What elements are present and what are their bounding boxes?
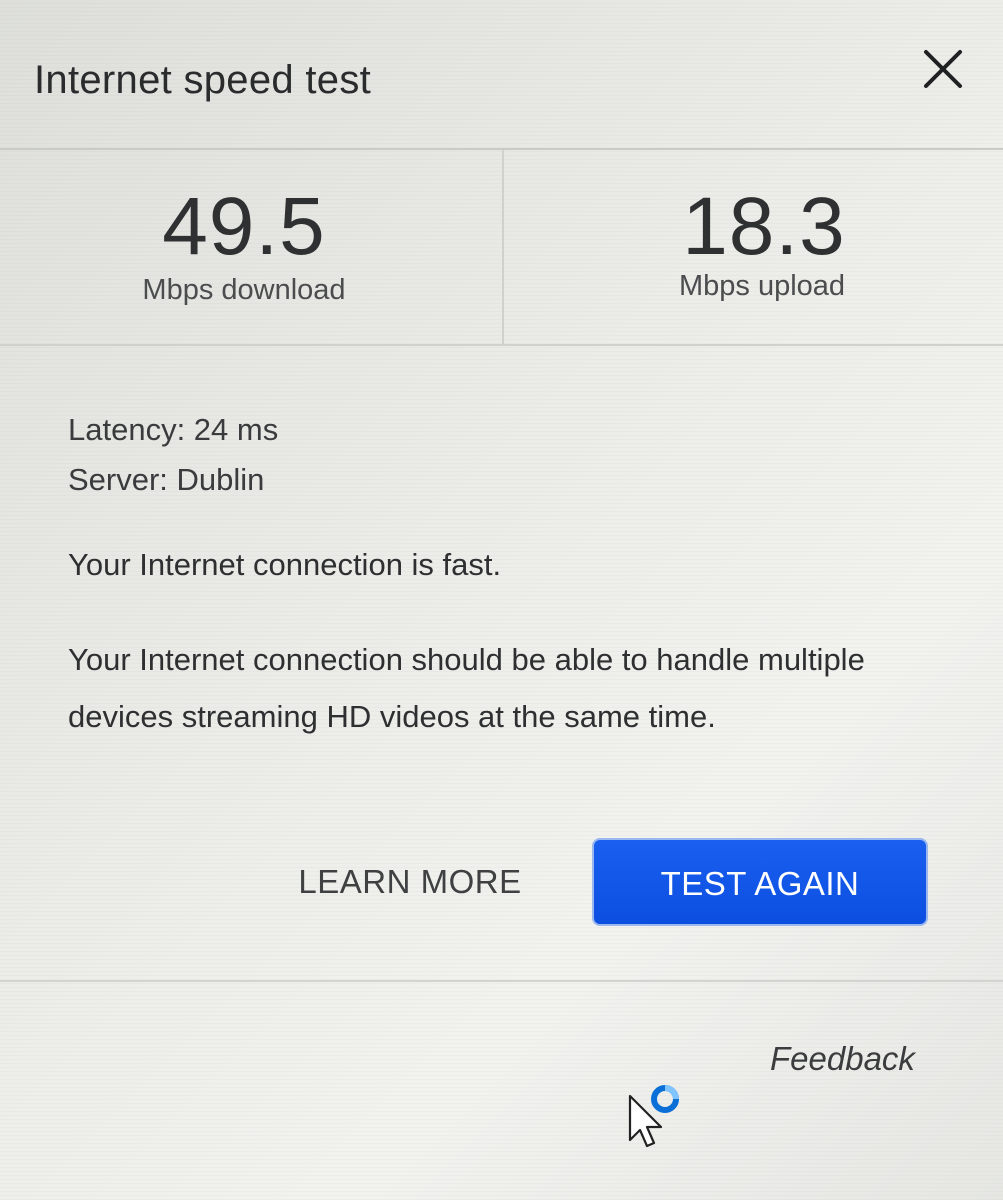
- download-label: Mbps download: [142, 274, 346, 306]
- status-message: Your Internet connection is fast.: [68, 547, 502, 582]
- feedback-link[interactable]: Feedback: [770, 1040, 915, 1078]
- server-text: Server: Dublin: [68, 462, 265, 497]
- learn-more-button[interactable]: LEARN MORE: [280, 840, 540, 924]
- dialog-title: Internet speed test: [34, 58, 372, 102]
- upload-label: Mbps upload: [678, 270, 846, 302]
- upload-value: 18.3: [682, 181, 846, 272]
- speed-results: 49.5 Mbps download 18.3 Mbps upload: [0, 150, 1003, 346]
- close-button[interactable]: [920, 46, 966, 92]
- close-icon: [924, 50, 962, 88]
- dialog-header: Internet speed test: [0, 0, 1003, 150]
- test-again-button[interactable]: TEST AGAIN: [592, 838, 928, 926]
- download-result: 49.5 Mbps download: [0, 150, 500, 344]
- latency-text: Latency: 24 ms: [68, 412, 279, 447]
- busy-cursor-icon: [624, 1082, 694, 1152]
- download-value: 49.5: [162, 181, 326, 272]
- description-message: Your Internet connection should be able …: [68, 642, 865, 734]
- speed-test-dialog: Internet speed test 49.5 Mbps download 1…: [0, 0, 1003, 1200]
- connection-details: Latency: 24 ms Server: Dublin: [68, 405, 928, 505]
- upload-result: 18.3 Mbps upload: [502, 150, 1003, 344]
- footer-divider: [0, 980, 1003, 982]
